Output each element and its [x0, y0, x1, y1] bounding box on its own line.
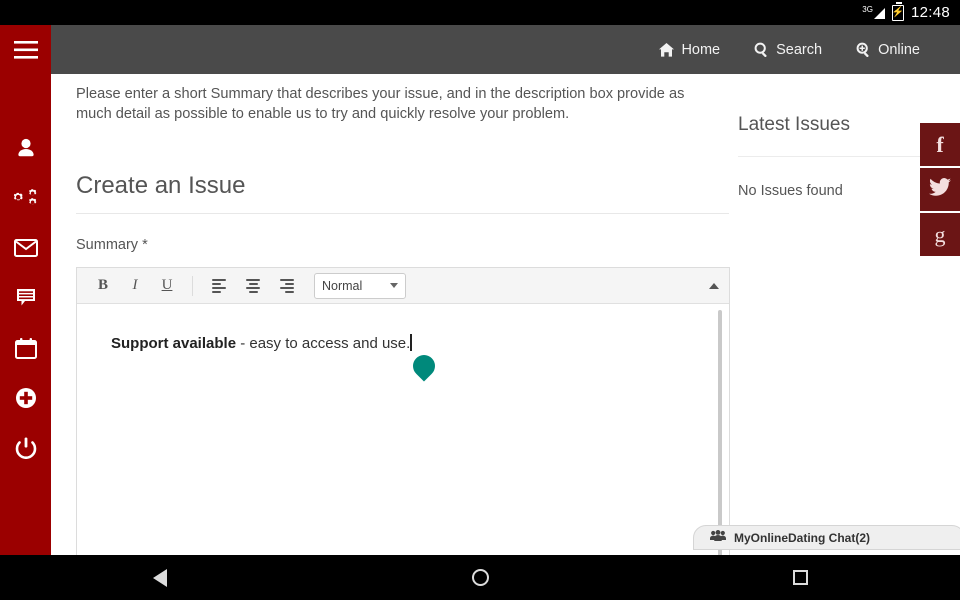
align-left-button[interactable]: [202, 278, 236, 293]
italic-button[interactable]: I: [119, 273, 151, 299]
editor-content-area[interactable]: Support available - easy to access and u…: [77, 305, 729, 555]
nav-home-label: Home: [681, 41, 721, 58]
comment-list-icon: [16, 288, 36, 308]
chevron-down-icon: [390, 283, 398, 288]
page-title: Create an Issue: [76, 172, 729, 214]
bolt-glyph: ⚡: [891, 6, 905, 18]
caret-up-icon[interactable]: [709, 282, 719, 289]
editor-text: Support available - easy to access and u…: [111, 333, 440, 382]
twitter-button[interactable]: [920, 168, 960, 211]
network-type-label: 3G: [862, 5, 873, 14]
nav-online[interactable]: Online: [856, 42, 920, 58]
editor-toolbar: B I U Normal: [77, 268, 729, 304]
intro-paragraph: Please enter a short Summary that descri…: [76, 86, 685, 122]
sidebar-item-settings[interactable]: [0, 173, 51, 223]
home-button[interactable]: [420, 555, 540, 600]
sidebar-item-profile[interactable]: [0, 123, 51, 173]
paragraph-style-value: Normal: [322, 278, 363, 293]
right-column: Latest Issues No Issues found: [738, 114, 938, 199]
back-button[interactable]: [100, 555, 220, 600]
chat-widget-bar[interactable]: MyOnlineDating Chat(2): [693, 525, 960, 550]
nav-search-label: Search: [776, 41, 823, 58]
screen-root: 3G ⚡ 12:48 Home Search Online Please ent…: [0, 0, 960, 600]
editor-text-rest: - easy to access and use.: [236, 335, 411, 352]
hamburger-menu-icon[interactable]: [0, 25, 51, 75]
sidebar-item-calendar[interactable]: [0, 323, 51, 373]
align-left-icon: [212, 278, 226, 293]
text-cursor: [410, 334, 412, 351]
rich-text-editor[interactable]: B I U Normal Support available - easy to…: [76, 267, 730, 555]
left-sidebar: [0, 25, 51, 555]
top-navigation-bar: Home Search Online: [51, 25, 960, 74]
search-icon: [754, 42, 769, 57]
bold-button[interactable]: B: [87, 273, 119, 299]
signal-triangle-icon: [873, 8, 885, 19]
nav-search[interactable]: Search: [754, 42, 822, 58]
main-column: Please enter a short Summary that descri…: [76, 74, 756, 555]
signal-bars-icon: 3G: [862, 6, 885, 19]
recents-button[interactable]: [740, 555, 860, 600]
latest-issues-empty-text: No Issues found: [738, 183, 843, 199]
text-cursor-handle-icon[interactable]: [408, 350, 440, 382]
align-right-button[interactable]: [270, 278, 304, 293]
android-nav-bar: [0, 555, 960, 600]
sidebar-menu-toggle[interactable]: [0, 25, 51, 75]
chat-widget-label: MyOnlineDating Chat(2): [734, 530, 871, 545]
calendar-icon: [14, 337, 37, 359]
nav-home[interactable]: Home: [659, 42, 720, 58]
align-center-button[interactable]: [236, 278, 270, 293]
nav-online-label: Online: [878, 41, 920, 58]
twitter-icon: [929, 177, 951, 202]
android-status-bar: 3G ⚡ 12:48: [0, 0, 960, 25]
page-content: Please enter a short Summary that descri…: [51, 74, 960, 555]
back-triangle-icon: [153, 568, 167, 587]
sidebar-item-issues[interactable]: [0, 273, 51, 323]
align-center-icon: [246, 278, 260, 293]
home-circle-icon: [471, 569, 489, 586]
social-buttons: f g: [920, 123, 960, 256]
users-group-icon: [710, 529, 726, 547]
facebook-icon: f: [936, 131, 944, 157]
align-right-icon: [280, 278, 294, 293]
editor-scrollbar[interactable]: [718, 310, 722, 555]
paragraph-style-select[interactable]: Normal: [314, 272, 406, 299]
gears-icon: [13, 187, 39, 209]
facebook-button[interactable]: f: [920, 123, 960, 166]
battery-charging-icon: ⚡: [891, 1, 905, 21]
latest-issues-title: Latest Issues: [738, 114, 850, 135]
sidebar-items: [0, 123, 51, 473]
recents-square-icon: [792, 570, 808, 585]
user-icon: [15, 137, 37, 159]
zoom-in-icon: [856, 42, 871, 57]
sidebar-item-messages[interactable]: [0, 223, 51, 273]
home-icon: [659, 42, 675, 57]
summary-field-label: Summary *: [76, 237, 148, 253]
toolbar-divider: [192, 275, 193, 296]
plus-circle-icon: [15, 387, 37, 409]
power-icon: [15, 437, 37, 459]
envelope-icon: [13, 239, 38, 257]
google-plus-button[interactable]: g: [920, 213, 960, 256]
underline-button[interactable]: U: [151, 273, 183, 299]
sidebar-item-new[interactable]: [0, 373, 51, 423]
sidebar-item-logout[interactable]: [0, 423, 51, 473]
google-plus-icon: g: [934, 221, 946, 247]
status-clock: 12:48: [910, 4, 950, 21]
section-divider: [738, 156, 920, 157]
editor-text-bold: Support available: [111, 335, 237, 352]
